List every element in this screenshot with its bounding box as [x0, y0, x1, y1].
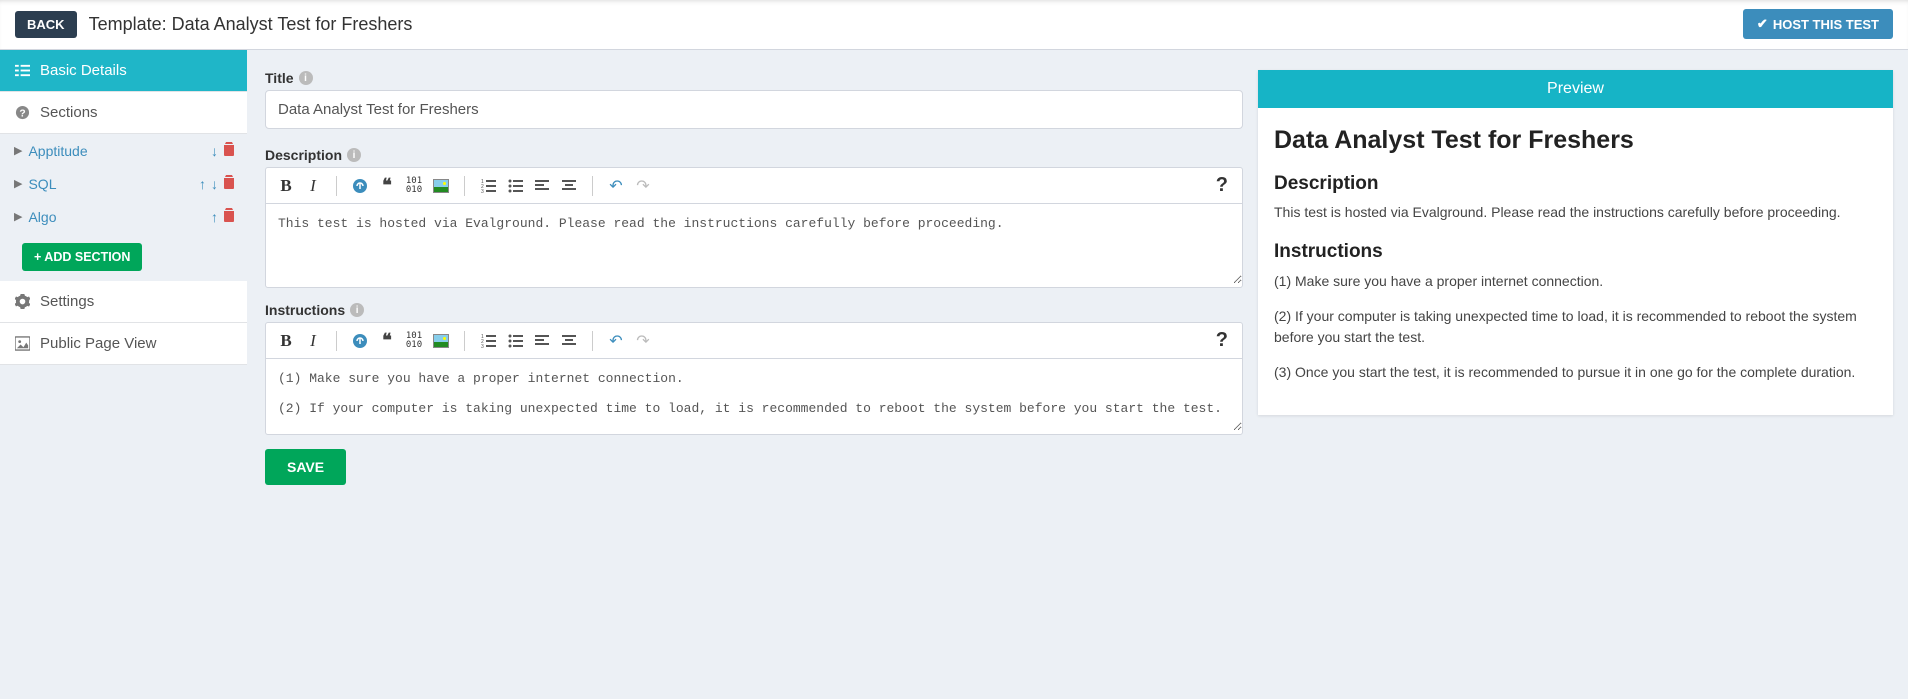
svg-text:?: ? [19, 108, 25, 119]
move-down-icon[interactable]: ↓ [211, 176, 218, 192]
sidebar-item-settings[interactable]: Settings [0, 281, 247, 323]
code-icon[interactable]: 101010 [402, 174, 426, 198]
preview-title: Data Analyst Test for Freshers [1274, 126, 1877, 155]
quote-icon[interactable]: ❝ [375, 329, 399, 353]
info-icon[interactable]: i [299, 71, 313, 85]
italic-icon[interactable]: I [301, 174, 325, 198]
preview-instruction-item: (3) Once you start the test, it is recom… [1274, 362, 1877, 383]
preview-instruction-item: (2) If your computer is taking unexpecte… [1274, 306, 1877, 348]
separator [464, 176, 465, 196]
description-editor: B I ❝ 101010 123 ↶ ↷ ? [265, 167, 1243, 288]
preview-description-heading: Description [1274, 173, 1877, 195]
undo-icon[interactable]: ↶ [604, 174, 628, 198]
sidebar-item-public-page[interactable]: Public Page View [0, 323, 247, 365]
check-icon: ✔ [1757, 16, 1768, 32]
svg-text:3: 3 [481, 344, 484, 348]
code-icon[interactable]: 101010 [402, 329, 426, 353]
sidebar-item-sections[interactable]: ? Sections [0, 92, 247, 134]
image-insert-icon[interactable] [429, 329, 453, 353]
link-icon[interactable] [348, 174, 372, 198]
instructions-label: Instructions [265, 302, 345, 318]
sidebar-item-basic-details[interactable]: Basic Details [0, 50, 247, 92]
preview-description-text: This test is hosted via Evalground. Plea… [1274, 203, 1877, 223]
move-up-icon[interactable]: ↑ [199, 176, 206, 192]
redo-icon[interactable]: ↷ [631, 329, 655, 353]
svg-text:3: 3 [481, 189, 484, 193]
instructions-textarea[interactable] [266, 359, 1242, 431]
section-item-algo[interactable]: ▶ Algo ↑ [0, 200, 247, 233]
add-section-button[interactable]: + ADD SECTION [22, 243, 142, 271]
title-input[interactable] [265, 90, 1243, 129]
preview-header: Preview [1258, 70, 1893, 108]
section-name: Algo [28, 209, 211, 225]
delete-icon[interactable] [223, 208, 235, 225]
align-left-icon[interactable] [530, 329, 554, 353]
sidebar-item-label: Sections [40, 104, 98, 121]
section-name: SQL [28, 176, 199, 192]
host-test-label: HOST THIS TEST [1773, 17, 1879, 32]
align-left-icon[interactable] [530, 174, 554, 198]
caret-right-icon: ▶ [14, 177, 22, 190]
back-button[interactable]: BACK [15, 11, 77, 38]
italic-icon[interactable]: I [301, 329, 325, 353]
align-center-icon[interactable] [557, 174, 581, 198]
section-name: Apptitude [28, 143, 211, 159]
separator [592, 176, 593, 196]
title-label: Title [265, 70, 294, 86]
bold-icon[interactable]: B [274, 174, 298, 198]
description-label: Description [265, 147, 342, 163]
editor-help-icon[interactable]: ? [1216, 174, 1234, 197]
form-column: Title i Description i B I ❝ 101010 [265, 70, 1243, 485]
host-test-button[interactable]: ✔ HOST THIS TEST [1743, 9, 1893, 39]
image-insert-icon[interactable] [429, 174, 453, 198]
ordered-list-icon[interactable]: 123 [476, 329, 500, 353]
sidebar: Basic Details ? Sections ▶ Apptitude ↓ ▶… [0, 50, 247, 505]
info-icon[interactable]: i [347, 148, 361, 162]
redo-icon[interactable]: ↷ [631, 174, 655, 198]
top-bar: BACK Template: Data Analyst Test for Fre… [0, 0, 1908, 50]
delete-icon[interactable] [223, 175, 235, 192]
separator [592, 331, 593, 351]
quote-icon[interactable]: ❝ [375, 174, 399, 198]
move-up-icon[interactable]: ↑ [211, 209, 218, 225]
save-button[interactable]: SAVE [265, 449, 346, 485]
section-item-sql[interactable]: ▶ SQL ↑ ↓ [0, 167, 247, 200]
image-icon [14, 336, 30, 351]
info-icon[interactable]: i [350, 303, 364, 317]
help-icon: ? [14, 105, 30, 120]
bullet-list-icon[interactable] [503, 329, 527, 353]
instructions-editor: B I ❝ 101010 123 ↶ ↷ ? [265, 322, 1243, 435]
gear-icon [14, 294, 30, 309]
separator [336, 331, 337, 351]
ordered-list-icon[interactable]: 123 [476, 174, 500, 198]
caret-right-icon: ▶ [14, 210, 22, 223]
undo-icon[interactable]: ↶ [604, 329, 628, 353]
link-icon[interactable] [348, 329, 372, 353]
preview-instructions-heading: Instructions [1274, 241, 1877, 263]
move-down-icon[interactable]: ↓ [211, 143, 218, 159]
description-textarea[interactable] [266, 204, 1242, 284]
bold-icon[interactable]: B [274, 329, 298, 353]
bullet-list-icon[interactable] [503, 174, 527, 198]
page-title: Template: Data Analyst Test for Freshers [89, 14, 413, 35]
separator [336, 176, 337, 196]
editor-toolbar: B I ❝ 101010 123 ↶ ↷ ? [266, 323, 1242, 359]
list-icon [14, 63, 30, 78]
align-center-icon[interactable] [557, 329, 581, 353]
sidebar-item-label: Settings [40, 293, 94, 310]
preview-instruction-item: (1) Make sure you have a proper internet… [1274, 271, 1877, 292]
delete-icon[interactable] [223, 142, 235, 159]
editor-help-icon[interactable]: ? [1216, 329, 1234, 352]
editor-toolbar: B I ❝ 101010 123 ↶ ↷ ? [266, 168, 1242, 204]
separator [464, 331, 465, 351]
sidebar-item-label: Basic Details [40, 62, 127, 79]
caret-right-icon: ▶ [14, 144, 22, 157]
preview-panel: Preview Data Analyst Test for Freshers D… [1258, 70, 1893, 415]
section-item-apptitude[interactable]: ▶ Apptitude ↓ [0, 134, 247, 167]
sidebar-item-label: Public Page View [40, 335, 156, 352]
